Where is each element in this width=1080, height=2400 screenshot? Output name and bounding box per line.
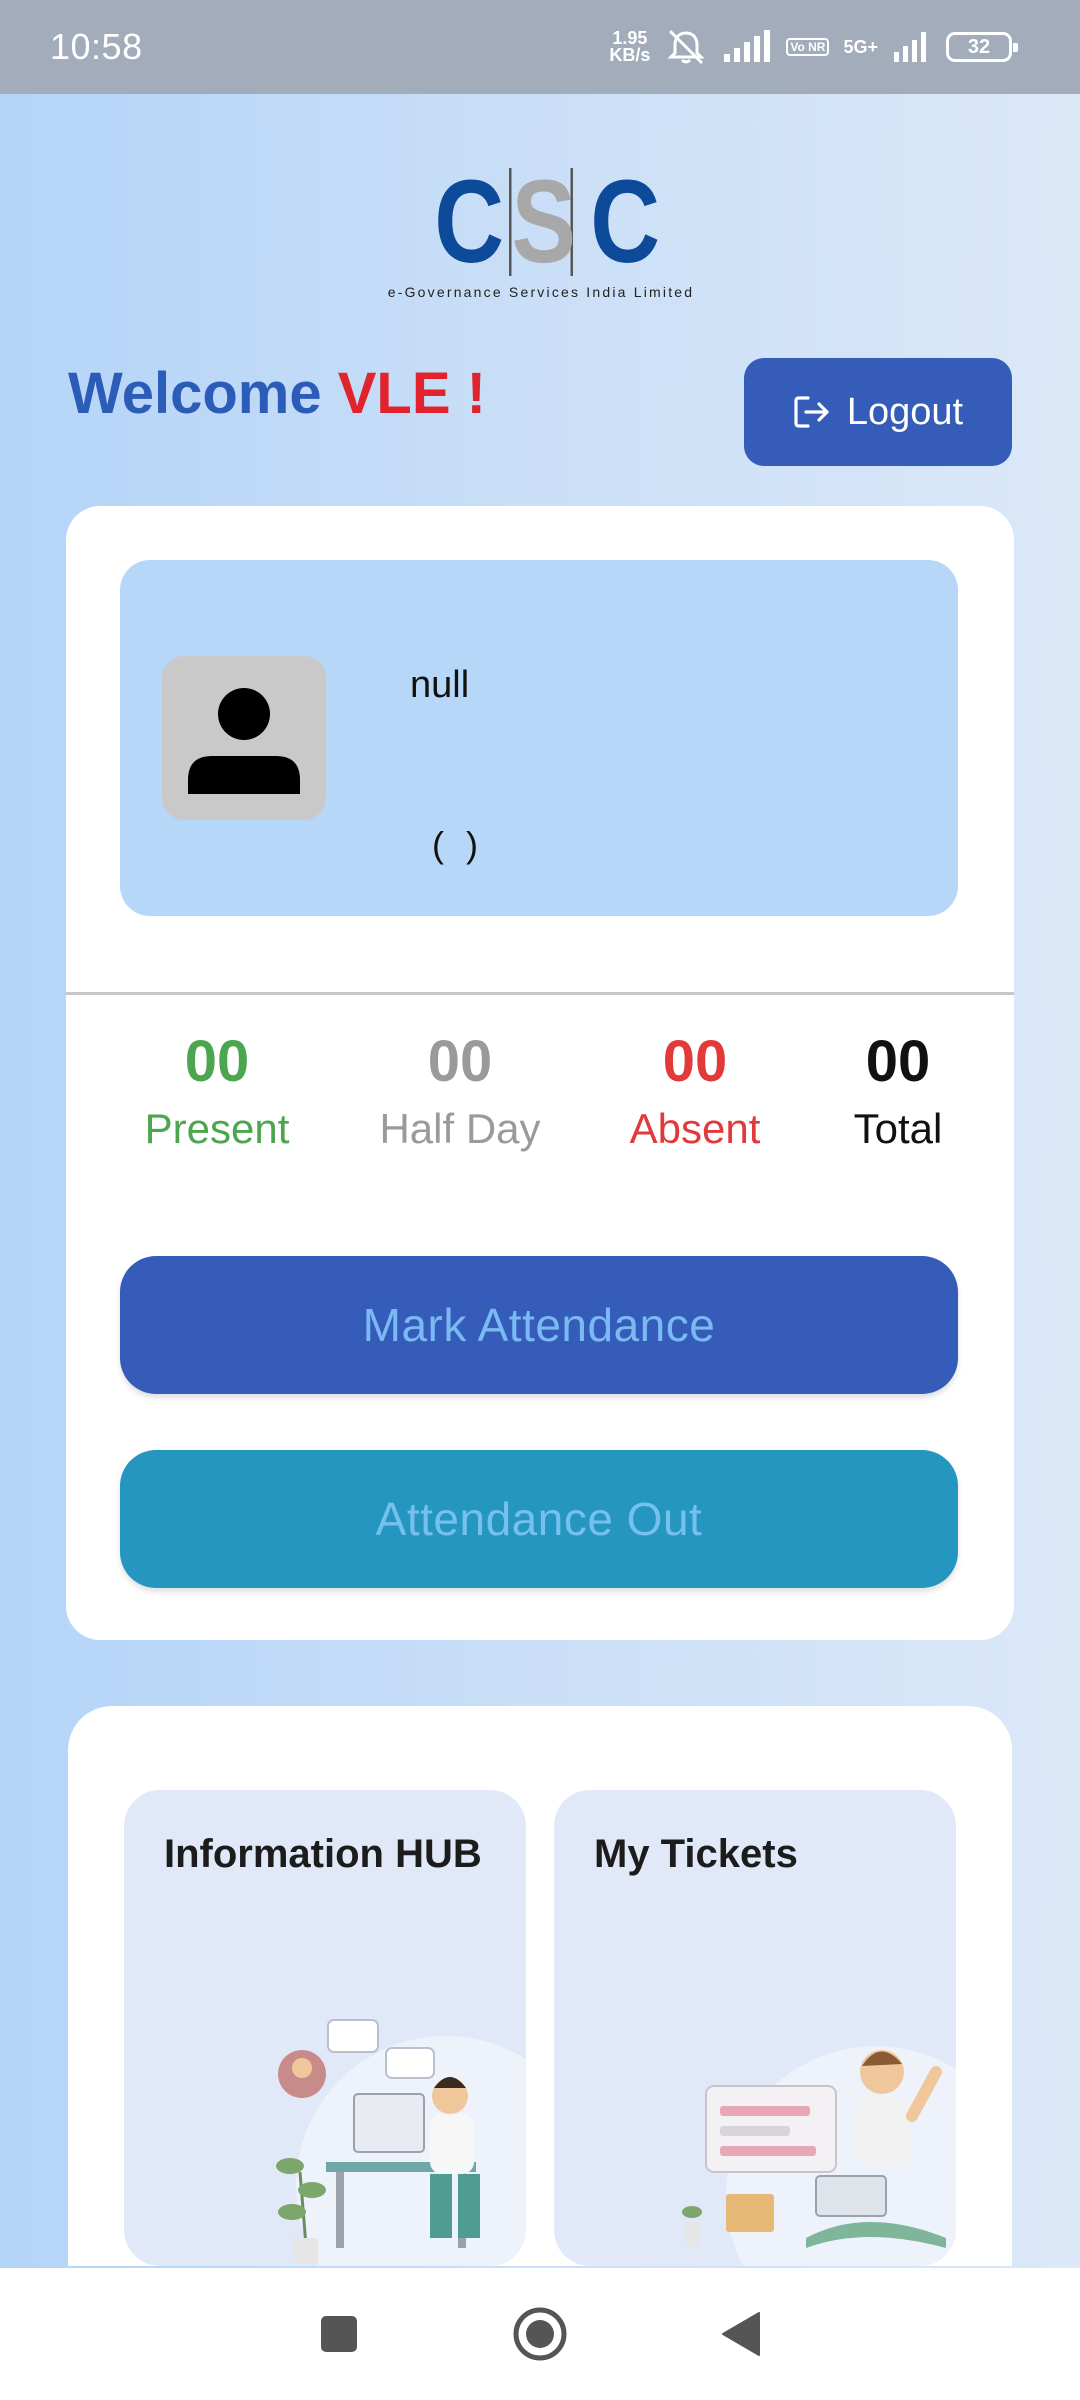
status-time: 10:58 xyxy=(50,26,143,67)
user-icon xyxy=(188,688,300,794)
stat-label: Half Day xyxy=(379,1105,541,1152)
welcome-heading: Welcome VLE ! xyxy=(68,361,486,426)
system-nav-bar xyxy=(0,2268,1080,2400)
avatar xyxy=(162,656,326,820)
signal-icon-2 xyxy=(894,32,926,62)
stat-value: 00 xyxy=(184,1029,250,1094)
network-type: 5G+ xyxy=(843,36,878,57)
tile-title: Information HUB xyxy=(164,1832,482,1876)
csc-logo: C S C e-Governance Services India Limite… xyxy=(360,156,722,308)
stat-half-day: 00 Half Day xyxy=(362,1024,558,1158)
stat-absent: 00 Absent xyxy=(612,1024,778,1158)
status-bar: 10:58 1.95 KB/s Vo NR 5G+ 32 xyxy=(0,0,1080,94)
mark-attendance-button[interactable]: Mark Attendance xyxy=(120,1256,958,1394)
tickets-illustration-icon xyxy=(682,2046,956,2266)
logo-letter: C xyxy=(434,156,505,288)
attendance-card: null ( ) 00 Present 00 Half Day 00 Absen… xyxy=(66,506,1014,1640)
stat-label: Total xyxy=(853,1105,943,1152)
information-hub-tile[interactable]: Information HUB xyxy=(124,1790,526,2266)
welcome-name: VLE ! xyxy=(337,361,486,426)
stat-label: Present xyxy=(144,1105,290,1152)
stat-label: Absent xyxy=(629,1105,761,1152)
profile-name: null xyxy=(410,664,470,706)
attendance-out-button[interactable]: Attendance Out xyxy=(120,1450,958,1588)
logo-letter: C xyxy=(590,156,661,288)
logout-icon xyxy=(794,396,829,428)
services-card: Information HUB My Tickets xyxy=(68,1706,1012,2266)
back-triangle-icon[interactable] xyxy=(721,2311,761,2357)
stat-total: 00 Total xyxy=(826,1024,970,1158)
status-icons: 1.95 KB/s Vo NR 5G+ 32 xyxy=(609,27,1018,67)
support-agent-illustration-icon xyxy=(276,2019,526,2266)
profile-box: null ( ) xyxy=(120,560,958,916)
home-circle-icon[interactable] xyxy=(511,2305,569,2363)
volte-badge: Vo NR xyxy=(786,38,830,56)
divider xyxy=(66,992,1014,995)
mute-bell-icon xyxy=(667,29,705,65)
logo-letter: S xyxy=(509,163,576,281)
my-tickets-tile[interactable]: My Tickets xyxy=(554,1790,956,2266)
battery-icon: 32 xyxy=(946,32,1018,62)
logout-button[interactable]: Logout xyxy=(744,358,1012,466)
signal-icon xyxy=(724,30,771,62)
stat-value: 00 xyxy=(427,1029,493,1094)
net-speed: 1.95 KB/s xyxy=(609,28,651,65)
recents-square-icon[interactable] xyxy=(319,2314,359,2354)
stat-present: 00 Present xyxy=(132,1024,302,1158)
profile-subtitle: ( ) xyxy=(432,824,484,865)
tile-title: My Tickets xyxy=(594,1832,798,1876)
logout-label: Logout xyxy=(846,390,964,433)
stat-value: 00 xyxy=(662,1029,728,1094)
stat-value: 00 xyxy=(865,1029,931,1094)
